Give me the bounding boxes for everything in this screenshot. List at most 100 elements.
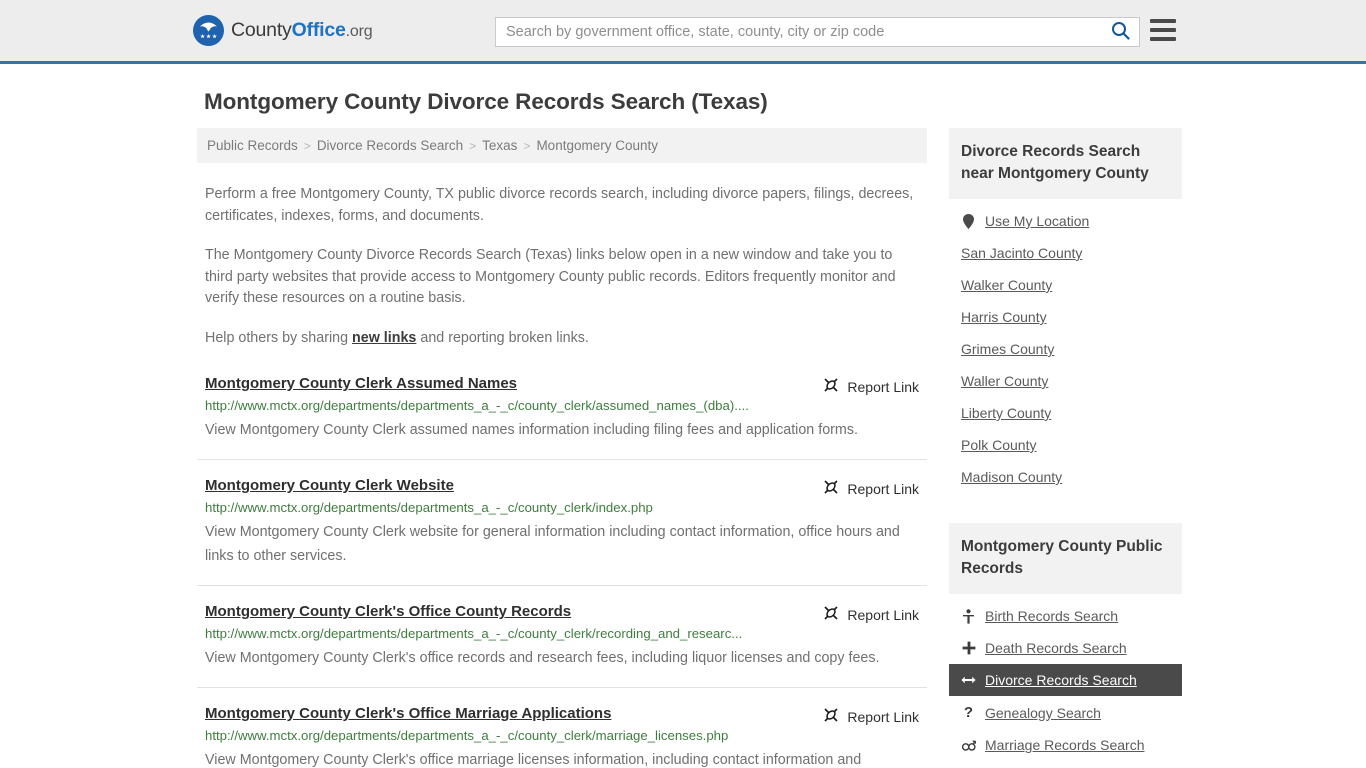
- logo-text-office: Office: [291, 19, 346, 41]
- result-title-link[interactable]: Montgomery County Clerk Website: [205, 477, 454, 494]
- sidebar-item-label[interactable]: Marriage Records Search: [985, 737, 1145, 753]
- report-link-button[interactable]: Report Link: [823, 605, 919, 624]
- hamburger-menu-icon[interactable]: [1150, 19, 1176, 41]
- content-columns: Public Records > Divorce Records Search …: [197, 128, 1182, 768]
- broken-link-icon: [823, 707, 839, 726]
- intro-paragraph-3-suffix: and reporting broken links.: [416, 329, 589, 346]
- sidebar-item-liberty-county[interactable]: Liberty County: [949, 397, 1182, 429]
- breadcrumb-item-texas[interactable]: Texas: [482, 138, 517, 153]
- logo-text-county: County: [231, 19, 292, 41]
- eagle-seal-icon: [193, 15, 224, 46]
- sidebar-item-label[interactable]: Use My Location: [985, 213, 1089, 229]
- broken-link-icon: [823, 377, 839, 396]
- sidebar-item-harris-county[interactable]: Harris County: [949, 301, 1182, 333]
- intro-paragraph-3-prefix: Help others by sharing: [205, 329, 353, 346]
- sidebar-item-label[interactable]: Birth Records Search: [985, 608, 1118, 624]
- sidebar-item-label[interactable]: Divorce Records Search: [985, 672, 1137, 688]
- result-item: Montgomery County Clerk's Office County …: [197, 603, 927, 688]
- sidebar-public-records-list: Birth Records Search Death Records Searc…: [949, 600, 1182, 761]
- result-item: Montgomery County Clerk Website Report L…: [197, 477, 927, 586]
- sidebar-item-polk-county[interactable]: Polk County: [949, 429, 1182, 461]
- sidebar-item-label[interactable]: San Jacinto County: [961, 245, 1082, 261]
- sidebar-item-label[interactable]: Death Records Search: [985, 640, 1127, 656]
- new-links-link[interactable]: new links: [352, 330, 416, 346]
- sidebar-item-death-records-search[interactable]: Death Records Search: [949, 632, 1182, 664]
- report-link-label: Report Link: [847, 708, 919, 725]
- result-url: http://www.mctx.org/departments/departme…: [205, 728, 729, 743]
- sidebar-item-use-my-location[interactable]: Use My Location: [949, 205, 1182, 237]
- sidebar-item-madison-county[interactable]: Madison County: [949, 461, 1182, 493]
- result-item: Montgomery County Clerk Assumed Names Re…: [197, 375, 927, 460]
- result-item: Montgomery County Clerk's Office Marriag…: [197, 705, 927, 768]
- logo-text-org: .org: [345, 23, 373, 40]
- result-url: http://www.mctx.org/departments/departme…: [205, 500, 653, 515]
- sidebar-item-label[interactable]: Polk County: [961, 437, 1036, 453]
- intro-paragraph-1: Perform a free Montgomery County, TX pub…: [205, 186, 914, 224]
- site-header: CountyOffice.org: [0, 0, 1366, 64]
- intro-paragraph-3: Help others by sharing new links and rep…: [205, 328, 917, 350]
- result-title-link[interactable]: Montgomery County Clerk's Office County …: [205, 603, 571, 620]
- sidebar-item-label[interactable]: Liberty County: [961, 405, 1051, 421]
- result-title-link[interactable]: Montgomery County Clerk Assumed Names: [205, 375, 517, 392]
- result-description: View Montgomery County Clerk assumed nam…: [205, 422, 858, 438]
- double-arrow-icon: [961, 674, 976, 686]
- baby-icon: [961, 608, 976, 624]
- sidebar-item-marriage-records-search[interactable]: Marriage Records Search: [949, 729, 1182, 761]
- sidebar-item-divorce-records-search[interactable]: Divorce Records Search: [949, 664, 1182, 696]
- result-description: View Montgomery County Clerk website for…: [205, 524, 900, 564]
- result-description: View Montgomery County Clerk's office ma…: [205, 752, 862, 768]
- search-bar[interactable]: [495, 17, 1140, 47]
- hamburger-bar: [1150, 19, 1176, 23]
- intro-text: Perform a free Montgomery County, TX pub…: [197, 184, 927, 349]
- report-link-label: Report Link: [847, 606, 919, 623]
- sidebar-item-walker-county[interactable]: Walker County: [949, 269, 1182, 301]
- sidebar-item-label[interactable]: Genealogy Search: [985, 705, 1101, 721]
- sidebar-item-san-jacinto-county[interactable]: San Jacinto County: [949, 237, 1182, 269]
- breadcrumb-item-public-records[interactable]: Public Records: [207, 138, 298, 153]
- sidebar-item-label[interactable]: Waller County: [961, 373, 1048, 389]
- site-logo[interactable]: CountyOffice.org: [193, 15, 373, 46]
- hamburger-bar: [1150, 28, 1176, 32]
- breadcrumb-separator: >: [469, 138, 477, 153]
- report-link-button[interactable]: Report Link: [823, 377, 919, 396]
- page-title: Montgomery County Divorce Records Search…: [204, 89, 768, 114]
- sidebar-item-label[interactable]: Walker County: [961, 277, 1052, 293]
- logo-text: CountyOffice.org: [231, 19, 373, 42]
- result-title-link[interactable]: Montgomery County Clerk's Office Marriag…: [205, 705, 611, 722]
- search-button[interactable]: [1101, 18, 1139, 46]
- breadcrumb-item-divorce-records-search[interactable]: Divorce Records Search: [317, 138, 463, 153]
- report-link-button[interactable]: Report Link: [823, 479, 919, 498]
- hamburger-bar: [1150, 37, 1176, 41]
- sidebar-nearby-list: Use My Location San Jacinto County Walke…: [949, 205, 1182, 493]
- intro-paragraph-2: The Montgomery County Divorce Records Se…: [205, 247, 896, 306]
- results-list: Montgomery County Clerk Assumed Names Re…: [197, 375, 927, 768]
- sidebar-item-label[interactable]: Grimes County: [961, 341, 1054, 357]
- breadcrumb-separator: >: [303, 138, 311, 153]
- sidebar-item-waller-county[interactable]: Waller County: [949, 365, 1182, 397]
- search-icon: [1111, 21, 1130, 43]
- sidebar-item-birth-records-search[interactable]: Birth Records Search: [949, 600, 1182, 632]
- page-container: Montgomery County Divorce Records Search…: [0, 89, 1366, 768]
- broken-link-icon: [823, 479, 839, 498]
- sidebar-item-grimes-county[interactable]: Grimes County: [949, 333, 1182, 365]
- breadcrumb-item-montgomery-county[interactable]: Montgomery County: [536, 138, 658, 153]
- result-description: View Montgomery County Clerk's office re…: [205, 650, 880, 666]
- sidebar-public-records-block: Montgomery County Public Records Birth R…: [949, 523, 1182, 761]
- breadcrumb: Public Records > Divorce Records Search …: [197, 128, 927, 163]
- sidebar-item-label[interactable]: Harris County: [961, 309, 1047, 325]
- sidebar: Divorce Records Search near Montgomery C…: [949, 128, 1182, 761]
- search-input[interactable]: [496, 18, 1101, 46]
- sidebar-item-label[interactable]: Madison County: [961, 469, 1062, 485]
- report-link-button[interactable]: Report Link: [823, 707, 919, 726]
- main-content: Public Records > Divorce Records Search …: [197, 128, 927, 768]
- report-link-label: Report Link: [847, 378, 919, 395]
- report-link-label: Report Link: [847, 480, 919, 497]
- result-url: http://www.mctx.org/departments/departme…: [205, 626, 743, 641]
- male-female-icon: [961, 739, 976, 752]
- sidebar-nearby-heading: Divorce Records Search near Montgomery C…: [949, 128, 1182, 199]
- breadcrumb-separator: >: [523, 138, 531, 153]
- map-pin-icon: [961, 213, 976, 229]
- broken-link-icon: [823, 605, 839, 624]
- sidebar-item-genealogy-search[interactable]: ? Genealogy Search: [949, 696, 1182, 729]
- sidebar-public-records-heading: Montgomery County Public Records: [949, 523, 1182, 594]
